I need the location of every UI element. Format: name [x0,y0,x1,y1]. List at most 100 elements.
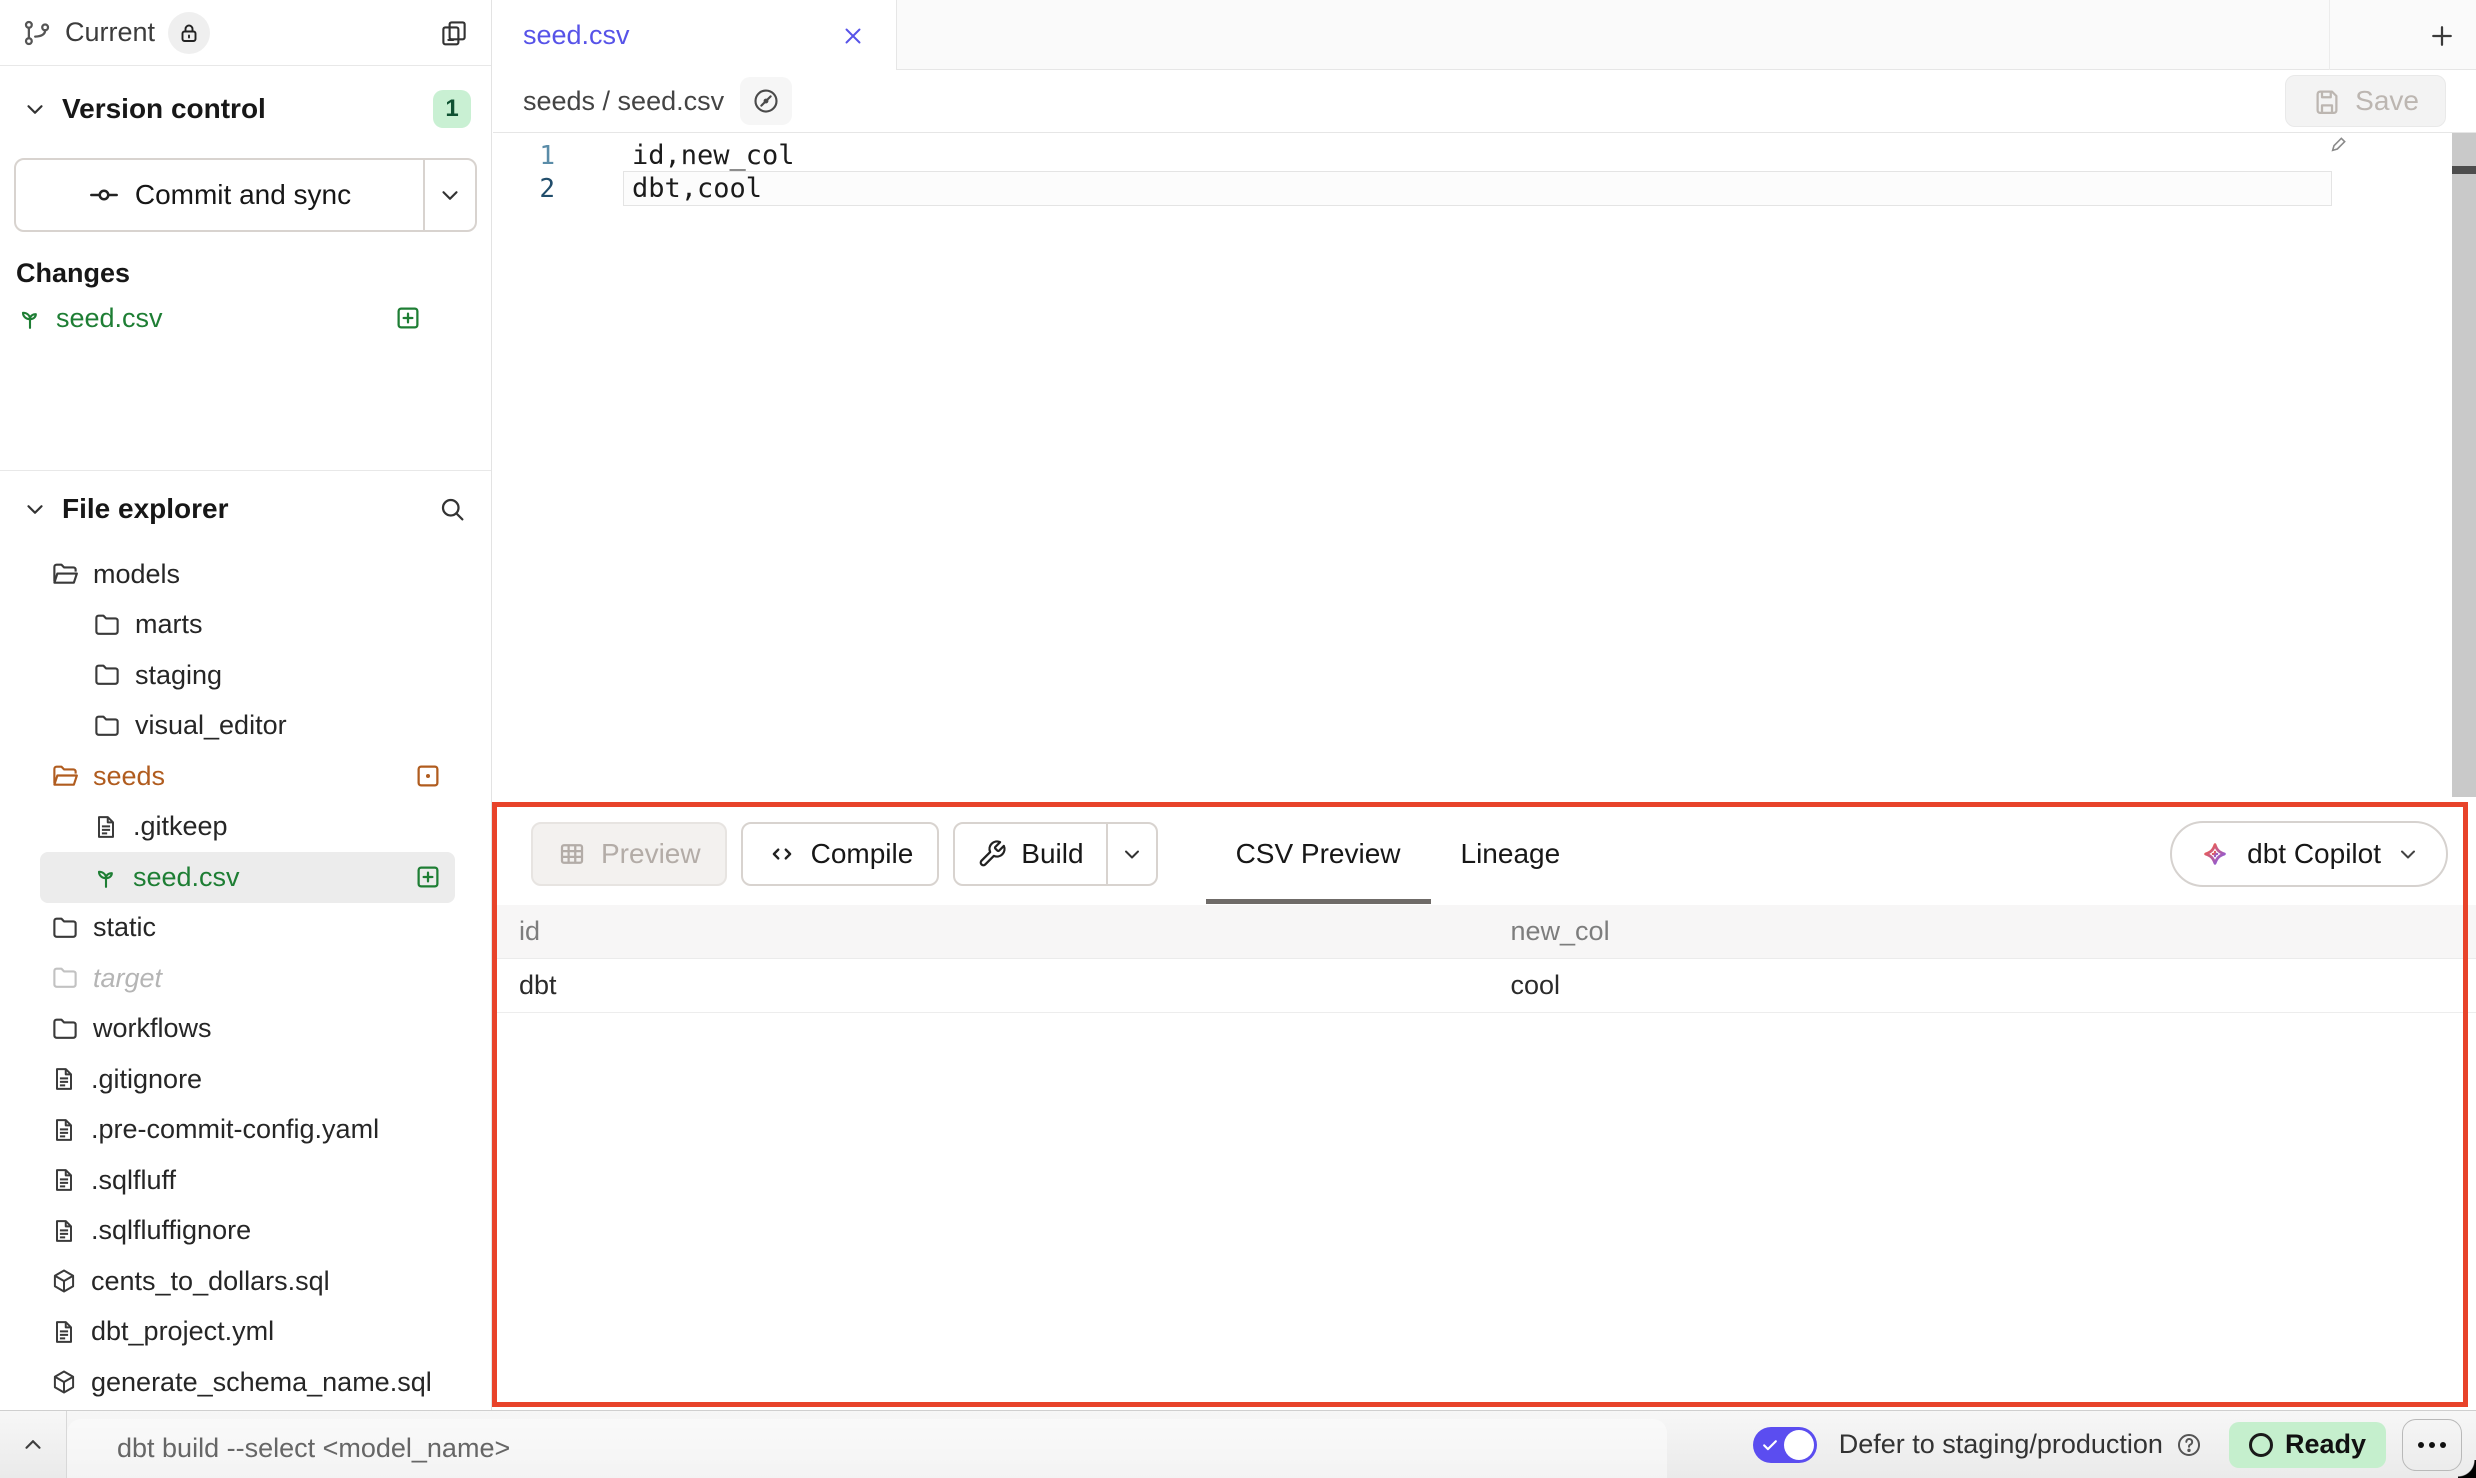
file-explorer-item-cents-to-dollars-sql[interactable]: cents_to_dollars.sql [40,1256,455,1307]
status-badge: Ready [2229,1422,2386,1468]
file-name: models [93,559,180,590]
editor-line: 2 dbt,cool [493,172,762,205]
file-explorer-item-seeds[interactable]: seeds [40,751,455,802]
cube-icon [50,1368,78,1396]
breadcrumb: seeds / seed.csv [523,86,724,117]
changed-file-seed-csv[interactable]: seed.csv [16,296,477,340]
file-explorer-item--gitignore[interactable]: .gitignore [40,1054,455,1105]
file-explorer-title: File explorer [62,493,229,525]
git-modified-badge-icon [413,761,443,791]
more-options-button[interactable] [2402,1419,2462,1471]
folder-open-icon [50,559,80,589]
file-explorer-item-visual-editor[interactable]: visual_editor [40,701,455,752]
compile-button[interactable]: Compile [741,822,940,886]
command-input[interactable]: dbt build --select <model_name> [67,1419,1667,1478]
folder-icon [50,1014,80,1044]
code-icon [767,839,797,869]
file-explorer-item--sqlfluffignore[interactable]: .sqlfluffignore [40,1206,455,1257]
file-name: .sqlfluffignore [91,1215,251,1246]
defer-toggle[interactable] [1753,1427,1817,1463]
branch-name: Current [65,17,155,48]
file-explorer-item--pre-commit-config-yaml[interactable]: .pre-commit-config.yaml [40,1105,455,1156]
save-button[interactable]: Save [2285,75,2446,127]
file-explorer-item-models[interactable]: models [40,549,455,600]
dbt-copilot-logo-icon [2198,837,2232,871]
file-tree: models marts staging visual_editorseeds .git… [0,549,491,1408]
new-tab-button[interactable] [2422,16,2462,56]
status-label: Ready [2285,1429,2366,1460]
file-name: seeds [93,761,165,792]
seedling-icon [92,863,120,891]
file-explorer-item-seed-csv[interactable]: seed.csv [40,852,455,903]
table-cell: dbt [493,959,1485,1012]
build-options-dropdown[interactable] [1106,824,1156,884]
commit-and-sync-button[interactable]: Commit and sync [14,158,477,232]
help-icon[interactable] [2175,1431,2203,1459]
editor-line: 1 id,new_col [493,139,795,172]
copy-branch-icon[interactable] [439,18,469,48]
git-added-badge-icon [413,862,443,892]
file-explorer-item--gitkeep[interactable]: .gitkeep [40,802,455,853]
code-editor[interactable]: 1 id,new_col 2 dbt,cool [493,133,2476,800]
tab-csv-preview[interactable]: CSV Preview [1206,818,1431,890]
file-icon [50,1166,78,1194]
compass-icon[interactable] [740,77,792,125]
file-explorer-item-target[interactable]: target [40,953,455,1004]
tab-seed-csv[interactable]: seed.csv [493,0,897,71]
folder-open-icon [50,761,80,791]
file-explorer-item--sqlfluff[interactable]: .sqlfluff [40,1155,455,1206]
csv-preview-table: id new_col dbt cool [493,905,2476,1013]
bottom-panel: Preview Compile Build [493,800,2476,1410]
panel-tabs: CSV Preview Lineage [1206,818,1591,890]
search-icon[interactable] [437,494,467,524]
preview-button[interactable]: Preview [531,822,727,886]
file-name: marts [135,609,203,640]
table-header-row: id new_col [493,905,2476,959]
file-explorer-item-staging[interactable]: staging [40,650,455,701]
git-added-badge-icon [393,303,423,333]
version-control-header[interactable]: Version control 1 [22,86,471,132]
defer-label: Defer to staging/production [1839,1429,2163,1460]
editor-scrollbar-thumb[interactable] [2452,166,2476,174]
sidebar: Current Version control 1 [0,0,492,1410]
file-name: seed.csv [133,862,240,893]
file-explorer-header[interactable]: File explorer [22,483,467,535]
folder-icon [92,610,122,640]
file-icon [50,1318,78,1346]
tab-lineage[interactable]: Lineage [1431,818,1591,890]
status-bar: dbt build --select <model_name> Defer to… [0,1410,2476,1478]
build-split-button[interactable]: Build [953,822,1157,886]
file-icon [50,1116,78,1144]
version-control-title: Version control [62,93,266,125]
file-explorer-item-marts[interactable]: marts [40,600,455,651]
expand-command-panel-icon[interactable] [0,1432,66,1458]
file-explorer-item-dbt-project-yml[interactable]: dbt_project.yml [40,1307,455,1358]
build-button[interactable]: Build [955,824,1105,884]
close-tab-icon[interactable] [840,23,866,49]
file-name: .pre-commit-config.yaml [91,1114,379,1145]
chevron-down-icon [22,96,48,122]
file-name: dbt_project.yml [91,1316,274,1347]
file-icon [50,1217,78,1245]
cube-icon [50,1267,78,1295]
file-name: staging [135,660,222,691]
compile-label: Compile [811,838,914,870]
file-name: visual_editor [135,710,287,741]
editor-scrollbar-track[interactable] [2452,133,2476,797]
line-text: dbt,cool [585,173,762,204]
file-explorer-item-generate-schema-name-sql[interactable]: generate_schema_name.sql [40,1357,455,1408]
dbt-copilot-button[interactable]: dbt Copilot [2170,821,2448,887]
editor-tab-bar: seed.csv [493,0,2476,70]
file-explorer-item-workflows[interactable]: workflows [40,1004,455,1055]
seedling-icon [16,304,44,332]
folder-icon [92,711,122,741]
file-name: .sqlfluff [91,1165,176,1196]
line-number: 2 [493,174,585,204]
line-text: id,new_col [585,140,795,171]
file-explorer-item-static[interactable]: static [40,903,455,954]
file-name: static [93,912,156,943]
file-name: generate_schema_name.sql [91,1367,432,1398]
save-label: Save [2355,85,2419,117]
commit-options-dropdown[interactable] [423,160,475,230]
dbt-copilot-label: dbt Copilot [2247,838,2381,870]
